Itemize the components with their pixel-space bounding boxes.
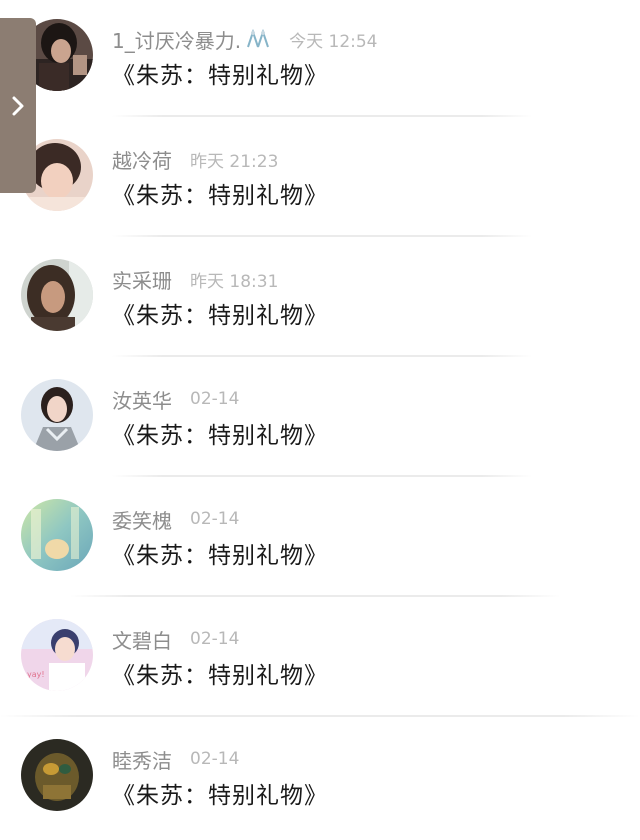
message-meta: 1_讨厌冷暴力. 今天 12:54 bbox=[112, 25, 378, 53]
divider bbox=[112, 475, 532, 477]
chevron-right-icon bbox=[10, 95, 26, 117]
sender-name[interactable]: 文碧白 bbox=[112, 625, 172, 654]
sender-name[interactable]: 越冷荷 bbox=[112, 145, 172, 174]
sender-name[interactable]: 1_讨厌冷暴力. bbox=[112, 25, 241, 54]
list-item[interactable]: 睦秀洁 02-14 《朱苏：特别礼物》 bbox=[0, 720, 640, 840]
message-list: 1_讨厌冷暴力. 今天 12:54 《朱苏：特别礼物》 越冷荷 昨天 21:23… bbox=[0, 0, 640, 840]
message-meta: 汝英华 02-14 bbox=[112, 385, 239, 413]
list-item[interactable]: 汝英华 02-14 《朱苏：特别礼物》 bbox=[0, 360, 640, 480]
sender-name[interactable]: 实采珊 bbox=[112, 265, 172, 294]
divider bbox=[112, 355, 532, 357]
list-item[interactable]: 1_讨厌冷暴力. 今天 12:54 《朱苏：特别礼物》 bbox=[0, 0, 640, 120]
emoji-icon bbox=[245, 28, 271, 49]
message-meta: 实采珊 昨天 18:31 bbox=[112, 265, 278, 293]
divider bbox=[112, 235, 532, 237]
timestamp: 02-14 bbox=[190, 749, 240, 769]
timestamp: 今天 12:54 bbox=[289, 31, 378, 52]
message-title[interactable]: 《朱苏：特别礼物》 bbox=[112, 776, 328, 810]
avatar[interactable] bbox=[21, 379, 93, 451]
timestamp: 昨天 21:23 bbox=[190, 151, 279, 172]
message-title[interactable]: 《朱苏：特别礼物》 bbox=[112, 656, 328, 690]
message-title[interactable]: 《朱苏：特别礼物》 bbox=[112, 56, 328, 90]
timestamp: 02-14 bbox=[190, 629, 240, 649]
list-item[interactable]: 实采珊 昨天 18:31 《朱苏：特别礼物》 bbox=[0, 240, 640, 360]
list-item[interactable]: yay! 文碧白 02-14 《朱苏：特别礼物》 bbox=[0, 600, 640, 720]
avatar-image bbox=[21, 259, 93, 331]
timestamp: 02-14 bbox=[190, 509, 240, 529]
sender-name[interactable]: 委笑槐 bbox=[112, 505, 172, 534]
message-meta: 文碧白 02-14 bbox=[112, 625, 239, 653]
avatar[interactable] bbox=[21, 739, 93, 811]
svg-text:yay!: yay! bbox=[27, 670, 45, 679]
side-panel-toggle-button[interactable] bbox=[0, 18, 36, 193]
divider bbox=[70, 595, 560, 597]
avatar[interactable]: yay! bbox=[21, 619, 93, 691]
list-item[interactable]: 越冷荷 昨天 21:23 《朱苏：特别礼物》 bbox=[0, 120, 640, 240]
avatar-image bbox=[21, 379, 93, 451]
avatar-image bbox=[21, 499, 93, 571]
divider bbox=[0, 715, 640, 717]
message-title[interactable]: 《朱苏：特别礼物》 bbox=[112, 416, 328, 450]
avatar-image bbox=[21, 739, 93, 811]
message-meta: 越冷荷 昨天 21:23 bbox=[112, 145, 278, 173]
list-item[interactable]: 委笑槐 02-14 《朱苏：特别礼物》 bbox=[0, 480, 640, 600]
avatar[interactable] bbox=[21, 499, 93, 571]
message-meta: 委笑槐 02-14 bbox=[112, 505, 239, 533]
message-title[interactable]: 《朱苏：特别礼物》 bbox=[112, 296, 328, 330]
timestamp: 02-14 bbox=[190, 389, 240, 409]
message-meta: 睦秀洁 02-14 bbox=[112, 745, 239, 773]
message-title[interactable]: 《朱苏：特别礼物》 bbox=[112, 176, 328, 210]
sender-name[interactable]: 睦秀洁 bbox=[112, 745, 172, 774]
avatar-image: yay! bbox=[21, 619, 93, 691]
timestamp: 昨天 18:31 bbox=[190, 271, 279, 292]
divider bbox=[112, 115, 532, 117]
sender-name[interactable]: 汝英华 bbox=[112, 385, 172, 414]
message-title[interactable]: 《朱苏：特别礼物》 bbox=[112, 536, 328, 570]
avatar[interactable] bbox=[21, 259, 93, 331]
